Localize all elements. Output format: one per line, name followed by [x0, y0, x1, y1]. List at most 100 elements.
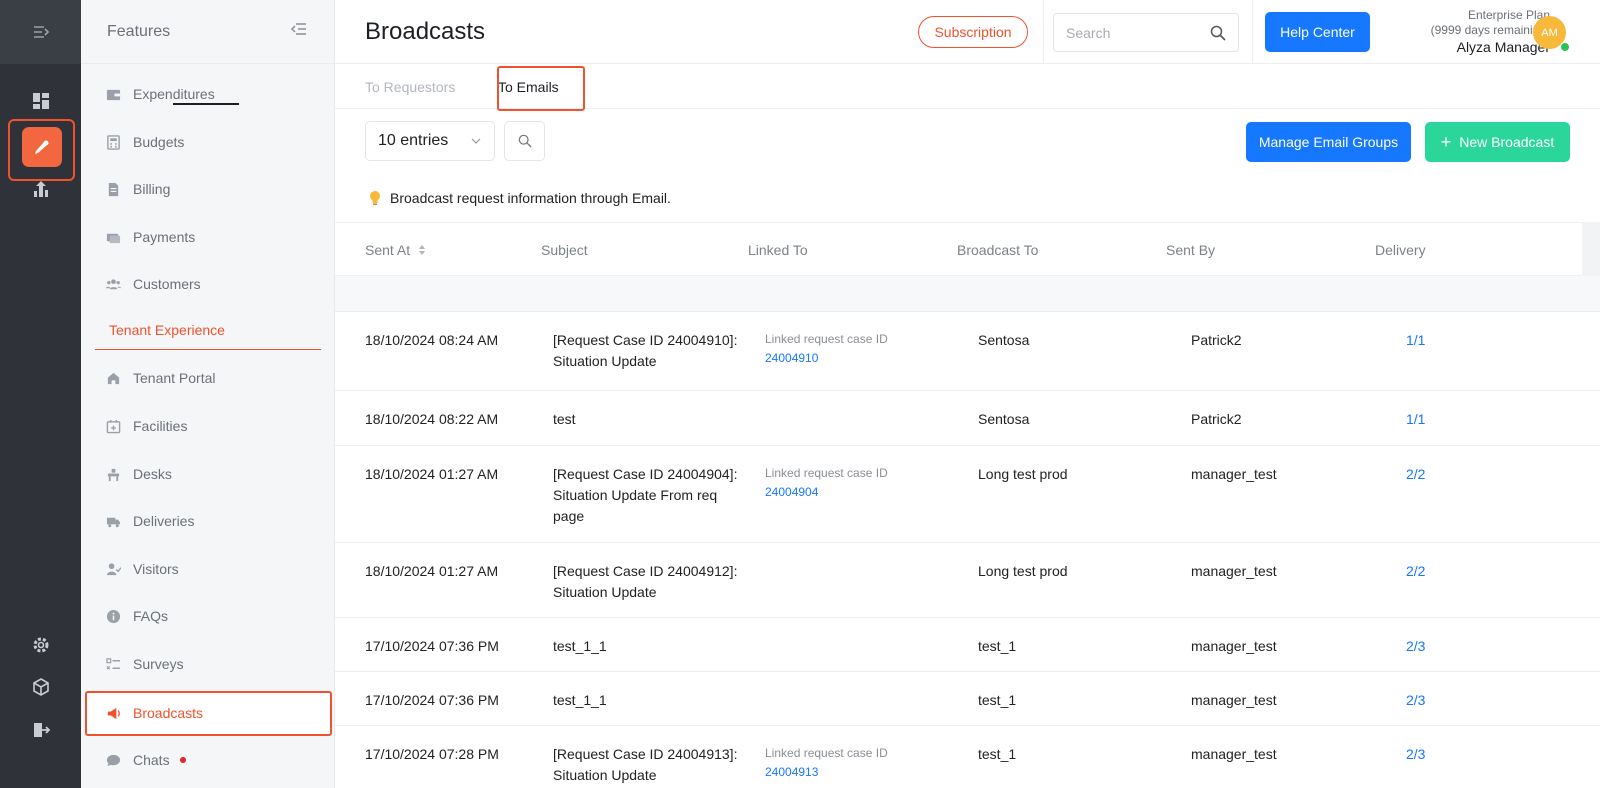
cell-broadcast-to: Long test prod — [978, 466, 1068, 482]
sidebar-item-label: Tenant Portal — [133, 370, 216, 386]
card-icon — [106, 233, 120, 243]
search-box[interactable] — [1053, 13, 1239, 52]
sidebar-item-label: FAQs — [133, 608, 169, 624]
cell-delivery-link[interactable]: 2/2 — [1406, 561, 1425, 582]
table-search-button[interactable] — [504, 121, 545, 161]
column-header-sent-at[interactable]: Sent At — [365, 242, 426, 258]
cell-delivery-link[interactable]: 2/3 — [1406, 744, 1425, 765]
sidebar-item-chats[interactable]: Chats — [81, 738, 335, 782]
cell-subject: [Request Case ID 24004910]: Situation Up… — [553, 330, 737, 372]
cell-sent-by: manager_test — [1191, 692, 1277, 708]
tab-to-requestors[interactable]: To Requestors — [365, 64, 455, 109]
sidebar-item-label: Chats — [133, 752, 170, 768]
search-icon — [518, 134, 532, 148]
sidebar-item-surveys[interactable]: Surveys — [81, 642, 335, 686]
sidebar-item-label: Budgets — [133, 134, 185, 150]
cell-sent-at: 17/10/2024 07:28 PM — [365, 746, 499, 762]
sidebar-item-customers[interactable]: Customers — [81, 262, 335, 306]
rail-settings[interactable] — [24, 628, 57, 661]
cell-sent-by: Patrick2 — [1191, 332, 1242, 348]
cell-linked-to: Linked request case ID 24004904 — [765, 464, 888, 502]
rail-modules[interactable] — [24, 670, 57, 703]
sidebar-item-tenant-portal[interactable]: Tenant Portal — [81, 356, 335, 400]
help-center-button[interactable]: Help Center — [1265, 12, 1370, 52]
cube-icon — [32, 677, 49, 696]
cell-delivery-link[interactable]: 2/2 — [1406, 464, 1425, 485]
broadcast-icon — [35, 140, 49, 154]
linked-case-link[interactable]: 24004904 — [765, 482, 888, 502]
sidebar-item-label: Billing — [133, 181, 171, 197]
entries-value: 10 entries — [378, 132, 449, 149]
table-row[interactable]: 17/10/2024 07:28 PM [Request Case ID 240… — [335, 726, 1600, 788]
user-name[interactable]: Alyza Manager — [1400, 38, 1550, 56]
cell-broadcast-to: test_1 — [978, 692, 1017, 708]
sidebar-item-label: Desks — [133, 466, 172, 482]
cell-subject: [Request Case ID 24004912]: Situation Up… — [553, 561, 737, 603]
table-row[interactable]: 18/10/2024 01:27 AM [Request Case ID 240… — [335, 446, 1600, 543]
subject-line: [Request Case ID 24004910]: — [553, 332, 738, 348]
cell-linked-to: Linked request case ID 24004913 — [765, 744, 888, 782]
table-row[interactable]: 18/10/2024 01:27 AM [Request Case ID 240… — [335, 543, 1600, 618]
sidebar-item-expenditures[interactable]: Expenditures — [81, 72, 335, 116]
features-sidebar: Features Expenditures Budgets Billing Pa… — [81, 0, 335, 788]
sidebar-item-deliveries[interactable]: Deliveries — [81, 499, 335, 543]
subscription-button[interactable]: Subscription — [918, 16, 1028, 48]
cell-sent-by: manager_test — [1191, 466, 1277, 482]
calendar-plus-icon — [106, 419, 120, 433]
sidebar-item-payments[interactable]: Payments — [81, 215, 335, 259]
people-icon — [105, 278, 121, 289]
rail-broadcast[interactable] — [22, 127, 62, 167]
manage-email-groups-button[interactable]: Manage Email Groups — [1246, 122, 1411, 162]
rail-logout[interactable] — [24, 713, 57, 746]
sidebar-item-desks[interactable]: Desks — [81, 452, 335, 496]
table-row[interactable]: 17/10/2024 07:36 PM test_1_1 test_1 mana… — [335, 672, 1600, 726]
subject-line: [Request Case ID 24004904]: — [553, 466, 738, 482]
entries-select[interactable]: 10 entries — [365, 121, 495, 161]
cell-broadcast-to: Long test prod — [978, 563, 1068, 579]
new-broadcast-label: New Broadcast — [1459, 134, 1555, 150]
top-header: Broadcasts Subscription Help Center Ente… — [335, 0, 1600, 64]
search-input[interactable] — [1066, 24, 1196, 41]
sidebar-item-billing[interactable]: Billing — [81, 167, 335, 211]
sidebar-item-facilities[interactable]: Facilities — [81, 404, 335, 448]
chevron-down-icon — [471, 138, 481, 144]
sidebar-item-label: Customers — [133, 276, 201, 292]
sidebar-item-visitors[interactable]: Visitors — [81, 547, 335, 591]
collapse-sidebar-button[interactable] — [290, 20, 308, 43]
linked-case-link[interactable]: 24004910 — [765, 348, 888, 368]
rail-dashboard[interactable] — [24, 84, 57, 117]
cell-sent-by: Patrick2 — [1191, 411, 1242, 427]
cell-delivery-link[interactable]: 1/1 — [1406, 330, 1425, 351]
sidebar-item-budgets[interactable]: Budgets — [81, 120, 335, 164]
rail-analytics[interactable] — [24, 172, 57, 205]
table-header: Sent At Subject Linked To Broadcast To S… — [335, 222, 1582, 276]
cell-delivery-link[interactable]: 2/3 — [1406, 636, 1425, 657]
subject-line: Situation Update — [553, 767, 657, 783]
subject-line: [Request Case ID 24004913]: — [553, 746, 738, 762]
page-title: Broadcasts — [365, 18, 486, 45]
unread-dot — [179, 757, 186, 763]
sidebar-item-faqs[interactable]: FAQs — [81, 594, 335, 638]
section-label-tenant-experience: Tenant Experience — [109, 322, 225, 338]
rail-expand-button[interactable] — [0, 0, 81, 64]
new-broadcast-button[interactable]: + New Broadcast — [1425, 122, 1570, 162]
linked-case-link[interactable]: 24004913 — [765, 762, 888, 782]
logout-icon — [33, 722, 50, 737]
cell-sent-at: 18/10/2024 08:24 AM — [365, 332, 499, 348]
table-row[interactable]: 18/10/2024 08:24 AM [Request Case ID 240… — [335, 312, 1600, 391]
table-row[interactable]: 17/10/2024 07:36 PM test_1_1 test_1 mana… — [335, 618, 1600, 672]
settings-icon — [33, 637, 48, 652]
header-divider — [1252, 0, 1253, 64]
plan-remaining: (9999 days remaining) — [1430, 23, 1550, 37]
sidebar-item-label: Expenditures — [133, 86, 215, 102]
table-row[interactable]: 18/10/2024 08:22 AM test Sentosa Patrick… — [335, 391, 1600, 446]
table-scrollbar[interactable] — [1582, 222, 1600, 276]
cell-delivery-link[interactable]: 1/1 — [1406, 409, 1425, 430]
section-divider — [95, 349, 321, 350]
cell-delivery-link[interactable]: 2/3 — [1406, 690, 1425, 711]
search-icon[interactable] — [1210, 25, 1226, 41]
active-tab-underline — [173, 103, 239, 105]
header-divider — [1043, 0, 1044, 64]
sidebar-item-broadcasts[interactable]: Broadcasts — [81, 691, 335, 735]
sort-icon[interactable] — [418, 244, 426, 256]
